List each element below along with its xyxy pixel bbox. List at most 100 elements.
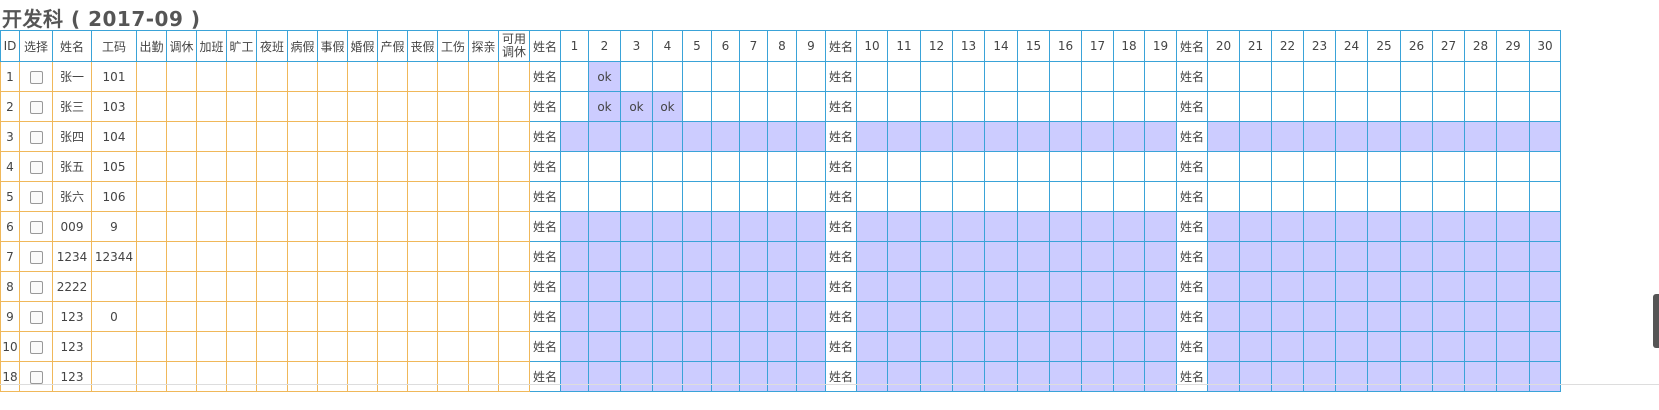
day-cell-3[interactable]: [620, 211, 653, 242]
day-cell-26[interactable]: [1400, 211, 1433, 242]
row-absent-cell[interactable]: [226, 151, 257, 182]
day-cell-29[interactable]: [1496, 331, 1530, 362]
day-cell-5[interactable]: [682, 61, 712, 92]
day-cell-3[interactable]: [620, 301, 653, 332]
row-overtime-cell[interactable]: [196, 271, 227, 302]
day-cell-21[interactable]: [1239, 61, 1272, 92]
row-injury-leave-cell[interactable]: [437, 211, 469, 242]
day-cell-26[interactable]: [1400, 241, 1433, 272]
day-cell-4[interactable]: [652, 301, 683, 332]
day-cell-30[interactable]: [1529, 331, 1561, 362]
day-cell-4[interactable]: [652, 361, 683, 392]
day-cell-29[interactable]: [1496, 271, 1530, 302]
day-cell-20[interactable]: [1207, 211, 1240, 242]
row-attendance-cell[interactable]: [136, 211, 167, 242]
day-cell-10[interactable]: [856, 331, 888, 362]
day-cell-22[interactable]: [1271, 91, 1304, 122]
row-maternity-leave-cell[interactable]: [377, 241, 408, 272]
day-cell-20[interactable]: [1207, 91, 1240, 122]
row-overtime-cell[interactable]: [196, 361, 227, 392]
row-home-leave-cell[interactable]: [468, 361, 499, 392]
day-cell-12[interactable]: [920, 61, 953, 92]
day-cell-2[interactable]: [588, 241, 621, 272]
day-cell-14[interactable]: [984, 91, 1018, 122]
day-cell-11[interactable]: [887, 301, 921, 332]
row-checkbox[interactable]: [29, 190, 43, 204]
day-cell-24[interactable]: [1335, 361, 1368, 392]
row-absent-cell[interactable]: [226, 301, 257, 332]
day-cell-25[interactable]: [1367, 121, 1401, 152]
row-injury-leave-cell[interactable]: [437, 361, 469, 392]
day-cell-26[interactable]: [1400, 301, 1433, 332]
day-cell-25[interactable]: [1367, 241, 1401, 272]
day-cell-18[interactable]: [1113, 241, 1145, 272]
day-cell-19[interactable]: [1144, 211, 1177, 242]
row-injury-leave-cell[interactable]: [437, 151, 469, 182]
row-night-shift-cell[interactable]: [256, 271, 288, 302]
day-cell-3[interactable]: ok: [620, 91, 653, 122]
day-cell-17[interactable]: [1081, 91, 1114, 122]
row-marriage-leave-cell[interactable]: [347, 211, 378, 242]
row-marriage-leave-cell[interactable]: [347, 61, 378, 92]
row-marriage-leave-cell[interactable]: [347, 91, 378, 122]
day-cell-3[interactable]: [620, 361, 653, 392]
day-cell-12[interactable]: [920, 181, 953, 212]
day-cell-23[interactable]: [1303, 211, 1336, 242]
day-cell-20[interactable]: [1207, 301, 1240, 332]
row-checkbox[interactable]: [29, 100, 43, 114]
day-cell-13[interactable]: [952, 121, 985, 152]
row-checkbox[interactable]: [29, 130, 43, 144]
day-cell-13[interactable]: [952, 181, 985, 212]
day-cell-15[interactable]: [1017, 361, 1050, 392]
day-cell-23[interactable]: [1303, 61, 1336, 92]
day-cell-30[interactable]: [1529, 361, 1561, 392]
row-night-shift-cell[interactable]: [256, 331, 288, 362]
day-cell-26[interactable]: [1400, 361, 1433, 392]
row-funeral-leave-cell[interactable]: [407, 301, 438, 332]
day-cell-30[interactable]: [1529, 181, 1561, 212]
day-cell-3[interactable]: [620, 271, 653, 302]
day-cell-6[interactable]: [711, 151, 740, 182]
row-night-shift-cell[interactable]: [256, 121, 288, 152]
day-cell-5[interactable]: [682, 301, 712, 332]
row-maternity-leave-cell[interactable]: [377, 271, 408, 302]
row-home-leave-cell[interactable]: [468, 121, 499, 152]
row-comp-leave-cell[interactable]: [166, 331, 197, 362]
day-cell-10[interactable]: [856, 361, 888, 392]
day-cell-4[interactable]: [652, 61, 683, 92]
row-home-leave-cell[interactable]: [468, 211, 499, 242]
day-cell-16[interactable]: [1049, 271, 1082, 302]
row-available-comp-leave-cell[interactable]: [498, 361, 530, 392]
day-cell-20[interactable]: [1207, 361, 1240, 392]
day-cell-19[interactable]: [1144, 331, 1177, 362]
row-attendance-cell[interactable]: [136, 91, 167, 122]
day-cell-6[interactable]: [711, 181, 740, 212]
day-cell-24[interactable]: [1335, 121, 1368, 152]
row-sick-leave-cell[interactable]: [287, 271, 318, 302]
day-cell-19[interactable]: [1144, 361, 1177, 392]
row-personal-leave-cell[interactable]: [317, 91, 348, 122]
day-cell-11[interactable]: [887, 361, 921, 392]
row-maternity-leave-cell[interactable]: [377, 181, 408, 212]
row-available-comp-leave-cell[interactable]: [498, 211, 530, 242]
day-cell-23[interactable]: [1303, 151, 1336, 182]
row-absent-cell[interactable]: [226, 121, 257, 152]
day-cell-23[interactable]: [1303, 91, 1336, 122]
day-cell-27[interactable]: [1432, 181, 1465, 212]
day-cell-16[interactable]: [1049, 241, 1082, 272]
day-cell-16[interactable]: [1049, 331, 1082, 362]
day-cell-9[interactable]: [796, 121, 826, 152]
row-sick-leave-cell[interactable]: [287, 181, 318, 212]
day-cell-17[interactable]: [1081, 301, 1114, 332]
day-cell-5[interactable]: [682, 181, 712, 212]
row-comp-leave-cell[interactable]: [166, 301, 197, 332]
row-checkbox[interactable]: [29, 250, 43, 264]
day-cell-17[interactable]: [1081, 61, 1114, 92]
day-cell-13[interactable]: [952, 91, 985, 122]
day-cell-8[interactable]: [767, 361, 797, 392]
day-cell-8[interactable]: [767, 151, 797, 182]
day-cell-6[interactable]: [711, 361, 740, 392]
day-cell-22[interactable]: [1271, 181, 1304, 212]
row-marriage-leave-cell[interactable]: [347, 241, 378, 272]
day-cell-23[interactable]: [1303, 241, 1336, 272]
